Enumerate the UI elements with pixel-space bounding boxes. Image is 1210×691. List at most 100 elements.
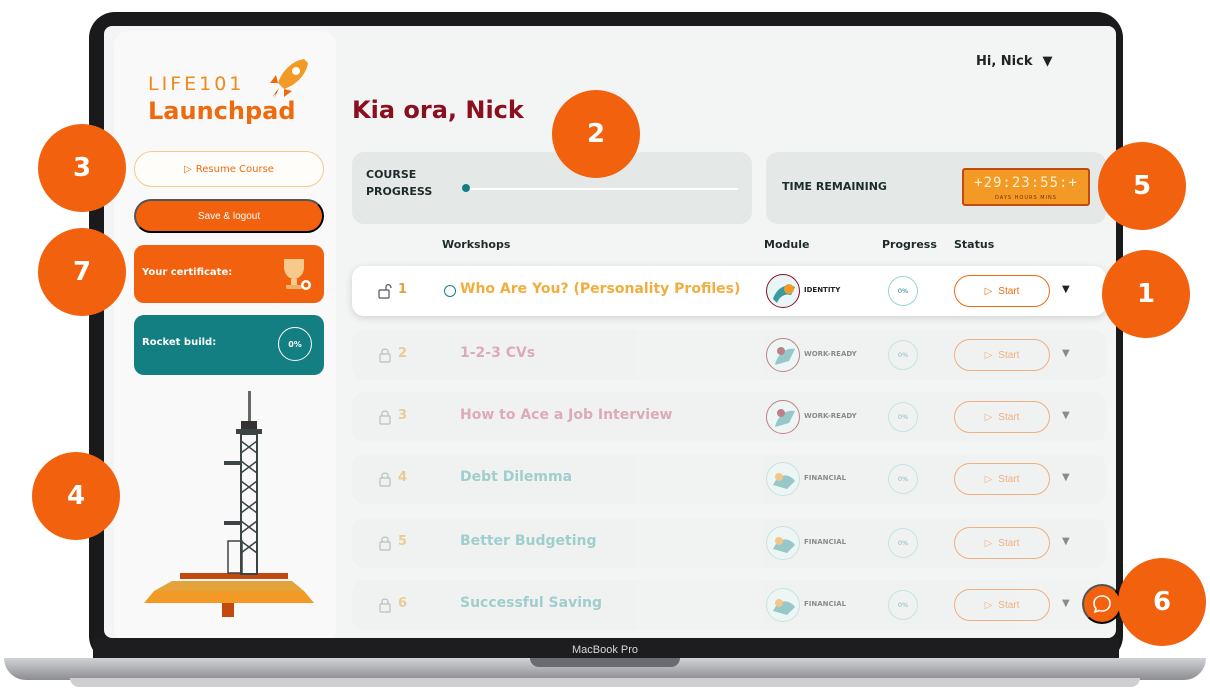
workshop-progress: 0% <box>888 340 918 370</box>
timer-digits: +29:23:55:+ <box>974 175 1078 191</box>
course-progress-indicator <box>462 184 470 192</box>
workshop-number: 4 <box>398 470 408 485</box>
callout-4: 4 <box>32 452 120 540</box>
play-icon: ▷ <box>984 473 993 485</box>
time-remaining-label: TIME REMAINING <box>782 180 887 193</box>
workshop-progress: 0% <box>888 528 918 558</box>
course-progress-panel: COURSE PROGRESS <box>352 152 752 224</box>
start-workshop-button[interactable]: ▷ Start <box>954 527 1050 559</box>
workshop-title[interactable]: How to Ace a Job Interview <box>460 407 673 423</box>
countdown-timer: +29:23:55:+ DAYS HOURS MINS <box>962 168 1090 206</box>
trophy-icon <box>284 259 311 290</box>
workshop-title[interactable]: 1-2-3 CVs <box>460 345 535 361</box>
expand-caret-icon[interactable]: ▼ <box>1062 410 1070 421</box>
start-workshop-button[interactable]: ▷ Start <box>954 463 1050 495</box>
workshop-number: 1 <box>398 282 408 297</box>
work-ready-module-icon <box>766 400 800 434</box>
financial-module-icon <box>766 588 800 622</box>
work-ready-module-icon <box>766 338 800 372</box>
start-label: Start <box>998 349 1020 361</box>
resume-course-label: Resume Course <box>195 163 274 175</box>
start-label: Start <box>998 537 1020 549</box>
unlock-icon <box>378 284 392 299</box>
workshop-number: 3 <box>398 408 408 423</box>
workshop-title[interactable]: Better Budgeting <box>460 533 596 549</box>
module-label: IDENTITY <box>804 286 841 294</box>
callout-1: 1 <box>1102 250 1190 338</box>
start-label: Start <box>998 599 1020 611</box>
module-label: FINANCIAL <box>804 600 847 608</box>
callout-6: 6 <box>1118 558 1206 646</box>
start-label: Start <box>998 285 1020 297</box>
workshop-row[interactable]: 5 Better Budgeting FINANCIAL 0% ▷ Start ▼ <box>352 518 1106 568</box>
workshop-number: 5 <box>398 534 408 549</box>
stage: LIFE101 Launchpad ▷ Resume Course Save &… <box>0 0 1210 691</box>
lock-icon <box>379 472 391 487</box>
expand-caret-icon[interactable]: ▼ <box>1062 348 1070 359</box>
start-workshop-button[interactable]: ▷ Start <box>954 275 1050 307</box>
play-icon: ▷ <box>184 163 192 175</box>
financial-module-icon <box>766 462 800 496</box>
rocket-logo-icon <box>270 59 308 99</box>
play-icon: ▷ <box>984 349 993 361</box>
callout-5: 5 <box>1098 142 1186 230</box>
user-greeting: Hi, Nick <box>976 54 1033 69</box>
workshop-row[interactable]: 4 Debt Dilemma FINANCIAL 0% ▷ Start ▼ <box>352 454 1106 504</box>
lock-icon <box>379 598 391 613</box>
start-workshop-button[interactable]: ▷ Start <box>954 339 1050 371</box>
workshop-title[interactable]: Successful Saving <box>460 595 602 611</box>
check-circle-icon <box>444 285 456 297</box>
chat-button[interactable] <box>1082 584 1122 624</box>
page-greeting: Kia ora, Nick <box>352 96 524 124</box>
module-label: FINANCIAL <box>804 538 847 546</box>
certificate-label: Your certificate: <box>142 267 233 278</box>
play-icon: ▷ <box>984 285 993 297</box>
start-label: Start <box>998 473 1020 485</box>
save-logout-button[interactable]: Save & logout <box>134 199 324 233</box>
timer-units: DAYS HOURS MINS <box>995 195 1057 201</box>
launch-tower-illustration <box>144 391 314 617</box>
workshop-progress: 0% <box>888 402 918 432</box>
expand-caret-icon[interactable]: ▼ <box>1062 598 1070 609</box>
callout-2: 2 <box>552 90 640 178</box>
workshop-row[interactable]: 1 Who Are You? (Personality Profiles) ID… <box>352 266 1106 316</box>
workshop-progress: 0% <box>888 464 918 494</box>
user-menu[interactable]: Hi, Nick ▼ <box>976 54 1053 69</box>
module-label: WORK-READY <box>804 412 857 420</box>
workshop-row[interactable]: 2 1-2-3 CVs WORK-READY 0% ▷ Start ▼ <box>352 330 1106 380</box>
expand-caret-icon[interactable]: ▼ <box>1062 284 1070 295</box>
course-progress-label: COURSE PROGRESS <box>366 168 433 198</box>
lock-icon <box>379 410 391 425</box>
column-header-progress: Progress <box>882 238 937 251</box>
workshop-progress: 0% <box>888 590 918 620</box>
logo-text-top: LIFE101 <box>148 73 245 95</box>
workshop-title[interactable]: Debt Dilemma <box>460 469 572 485</box>
laptop-notch <box>530 658 680 667</box>
expand-caret-icon[interactable]: ▼ <box>1062 472 1070 483</box>
sidebar: LIFE101 Launchpad ▷ Resume Course Save &… <box>114 31 336 638</box>
lock-icon <box>379 348 391 363</box>
workshop-title[interactable]: Who Are You? (Personality Profiles) <box>460 281 740 297</box>
rocket-build-card: Rocket build: 0% <box>134 315 324 375</box>
callout-3: 3 <box>38 124 126 212</box>
workshop-number: 6 <box>398 596 408 611</box>
column-header-workshops: Workshops <box>442 238 511 251</box>
play-icon: ▷ <box>984 537 993 549</box>
caret-down-icon: ▼ <box>1042 54 1053 69</box>
certificate-card[interactable]: Your certificate: <box>134 245 324 303</box>
lock-icon <box>379 536 391 551</box>
workshop-row[interactable]: 6 Successful Saving FINANCIAL 0% ▷ Start … <box>352 580 1106 630</box>
resume-course-button[interactable]: ▷ Resume Course <box>134 151 324 187</box>
module-label: WORK-READY <box>804 350 857 358</box>
financial-module-icon <box>766 526 800 560</box>
start-workshop-button[interactable]: ▷ Start <box>954 589 1050 621</box>
start-workshop-button[interactable]: ▷ Start <box>954 401 1050 433</box>
device-label: MacBook Pro <box>571 644 639 656</box>
workshop-number: 2 <box>398 346 408 361</box>
time-remaining-panel: TIME REMAINING +29:23:55:+ DAYS HOURS MI… <box>766 152 1106 224</box>
workshop-row[interactable]: 3 How to Ace a Job Interview WORK-READY … <box>352 392 1106 442</box>
expand-caret-icon[interactable]: ▼ <box>1062 536 1070 547</box>
rocket-build-label: Rocket build: <box>142 337 217 348</box>
identity-module-icon <box>766 274 800 308</box>
play-icon: ▷ <box>984 411 993 423</box>
